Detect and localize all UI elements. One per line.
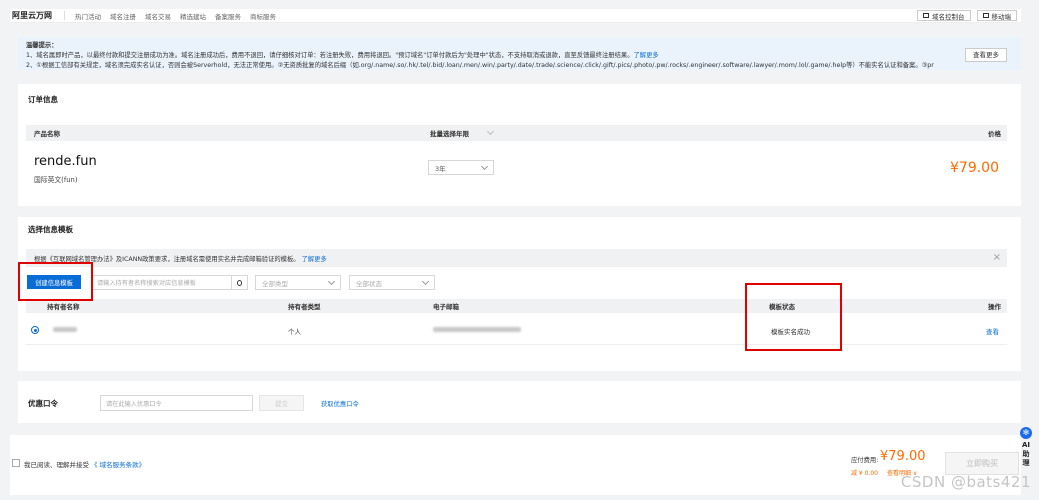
chevron-down-icon bbox=[327, 277, 336, 285]
template-panel: 选择信息模板 根据《互联网域名管理办法》及ICANN政策要求，注册域名需使用实名… bbox=[18, 217, 1021, 371]
payable-amount: ¥79.00 bbox=[880, 449, 926, 464]
discount-amount: 减 ¥ 0.00 bbox=[851, 470, 878, 477]
chevron-down-icon[interactable] bbox=[486, 127, 495, 136]
coupon-input[interactable]: 请在此输入优惠口令 bbox=[100, 395, 253, 411]
col-price: 价格 bbox=[988, 130, 1001, 138]
search-button[interactable] bbox=[231, 275, 248, 290]
col-product-name: 产品名称 bbox=[34, 130, 60, 138]
site-logo[interactable]: 阿里云万网 bbox=[10, 10, 52, 21]
status-filter[interactable]: 全部状态 bbox=[349, 275, 435, 290]
assistant-icon: ✻ bbox=[1020, 427, 1032, 439]
notice-title: 温馨提示： bbox=[26, 42, 58, 49]
mobile-button[interactable]: 移动端 bbox=[976, 10, 1017, 21]
top-right-actions: 域名控制台 移动端 bbox=[917, 10, 1021, 21]
nav-hot-activities[interactable]: 热门活动 bbox=[75, 11, 101, 21]
holder-type-value: 个人 bbox=[288, 328, 301, 336]
nav-icp-filing[interactable]: 备案服务 bbox=[215, 11, 241, 21]
years-select-value: 3年 bbox=[435, 164, 446, 173]
highlight-template-status bbox=[745, 283, 842, 351]
order-price: ¥79.00 bbox=[950, 160, 999, 176]
order-table-header: 产品名称 批量选择年限 价格 bbox=[26, 125, 1007, 141]
holder-name-redacted bbox=[53, 327, 77, 332]
holder-type-filter-value: 全部类型 bbox=[262, 279, 288, 288]
view-more-button[interactable]: 查看更多 bbox=[965, 48, 1007, 62]
col-email: 电子邮箱 bbox=[433, 303, 459, 311]
col-actions: 操作 bbox=[988, 303, 1001, 311]
ai-label-2: 助 bbox=[1022, 450, 1030, 458]
domain-type: 国际英文(fun) bbox=[34, 176, 78, 184]
monitor-icon bbox=[923, 13, 929, 18]
col-holder-type: 持有者类型 bbox=[288, 303, 321, 311]
coupon-submit-button[interactable]: 提交 bbox=[259, 395, 304, 411]
ai-label-3: 理 bbox=[1022, 459, 1030, 467]
template-info-bar: 根据《互联网域名管理办法》及ICANN政策要求，注册域名需使用实名并完成邮箱验证… bbox=[26, 249, 1007, 267]
view-template-link[interactable]: 查看 bbox=[986, 326, 999, 336]
watermark: CSDN @bats421 bbox=[900, 473, 1031, 491]
holder-type-filter[interactable]: 全部类型 bbox=[255, 275, 341, 290]
table-row[interactable]: 个人 模板实名成功 查看 bbox=[26, 315, 1007, 345]
buy-now-button[interactable]: 立即购买 bbox=[945, 452, 1019, 475]
email-redacted bbox=[433, 327, 521, 332]
nav-trademark[interactable]: 商标服务 bbox=[250, 11, 276, 21]
nav-domain-register[interactable]: 域名注册 bbox=[110, 11, 136, 21]
mobile-label: 移动端 bbox=[991, 12, 1012, 21]
template-table-header: 持有者名称 持有者类型 电子邮箱 模板状态 操作 bbox=[26, 299, 1007, 313]
col-batch-years: 批量选择年限 bbox=[430, 130, 469, 138]
payable-label: 应付费用: bbox=[851, 457, 879, 464]
main-nav: 热门活动 域名注册 域名交易 精选建站 备案服务 商标服务 bbox=[75, 11, 276, 21]
template-learn-more-link[interactable]: 了解更多 bbox=[302, 254, 327, 263]
terms-link[interactable]: 《 域名服务条款》 bbox=[91, 459, 145, 469]
coupon-panel: 优惠口令 请在此输入优惠口令 提交 获取优惠口令 bbox=[18, 381, 1021, 423]
nav-domain-trade[interactable]: 域名交易 bbox=[145, 11, 171, 21]
search-icon bbox=[237, 279, 242, 286]
template-search-input[interactable]: 请输入持有者名称搜索对应信息模板 bbox=[91, 275, 232, 290]
order-info-panel: 订单信息 产品名称 批量选择年限 价格 rende.fun 国际英文(fun) … bbox=[18, 84, 1021, 206]
notice-learn-more-link[interactable]: 了解更多 bbox=[634, 52, 659, 59]
template-title: 选择信息模板 bbox=[28, 225, 73, 234]
chevron-down-icon bbox=[480, 162, 489, 170]
ai-assistant-button[interactable]: ✻ AI 助 理 bbox=[1019, 427, 1033, 468]
status-filter-value: 全部状态 bbox=[356, 279, 382, 288]
highlight-create-button bbox=[18, 262, 93, 301]
divider bbox=[64, 11, 65, 20]
qrcode-icon bbox=[982, 13, 989, 18]
agree-checkbox[interactable] bbox=[12, 459, 20, 467]
nav-site-building[interactable]: 精选建站 bbox=[180, 11, 206, 21]
notice-line-1: 1、域名属即时产品，以最终付款和提交注册成功为准。域名注册成功后，费用不退回，请… bbox=[26, 51, 951, 61]
notice-banner: 温馨提示： 1、域名属即时产品，以最终付款和提交注册成功为准。域名注册成功后，费… bbox=[18, 37, 1021, 70]
col-holder-name: 持有者名称 bbox=[47, 303, 80, 311]
notice-line-2: 2、①根据工信部有关规定，域名须完成实名认证，否则会被Serverhold，无法… bbox=[26, 62, 934, 69]
domain-console-label: 域名控制台 bbox=[932, 12, 965, 21]
domain-console-button[interactable]: 域名控制台 bbox=[917, 10, 971, 21]
top-navigation-bar: 阿里云万网 热门活动 域名注册 域名交易 精选建站 备案服务 商标服务 域名控制… bbox=[10, 9, 1021, 23]
template-radio[interactable] bbox=[31, 326, 39, 334]
checkout-bar: 我已阅读、理解并接受 《 域名服务条款》 应付费用: ¥79.00 减 ¥ 0.… bbox=[10, 435, 1021, 495]
get-coupon-link[interactable]: 获取优惠口令 bbox=[321, 399, 359, 408]
coupon-label: 优惠口令 bbox=[28, 399, 58, 408]
close-icon[interactable]: × bbox=[993, 252, 1001, 263]
agree-text: 我已阅读、理解并接受 bbox=[24, 461, 89, 469]
ai-label: AI bbox=[1021, 441, 1031, 449]
years-select[interactable]: 3年 bbox=[428, 160, 494, 175]
order-info-title: 订单信息 bbox=[28, 95, 58, 104]
domain-name: rende.fun bbox=[34, 154, 97, 169]
chevron-down-icon bbox=[421, 277, 430, 285]
notice-line-1-text: 1、域名属即时产品，以最终付款和提交注册成功为准。域名注册成功后，费用不退回，请… bbox=[26, 52, 634, 59]
